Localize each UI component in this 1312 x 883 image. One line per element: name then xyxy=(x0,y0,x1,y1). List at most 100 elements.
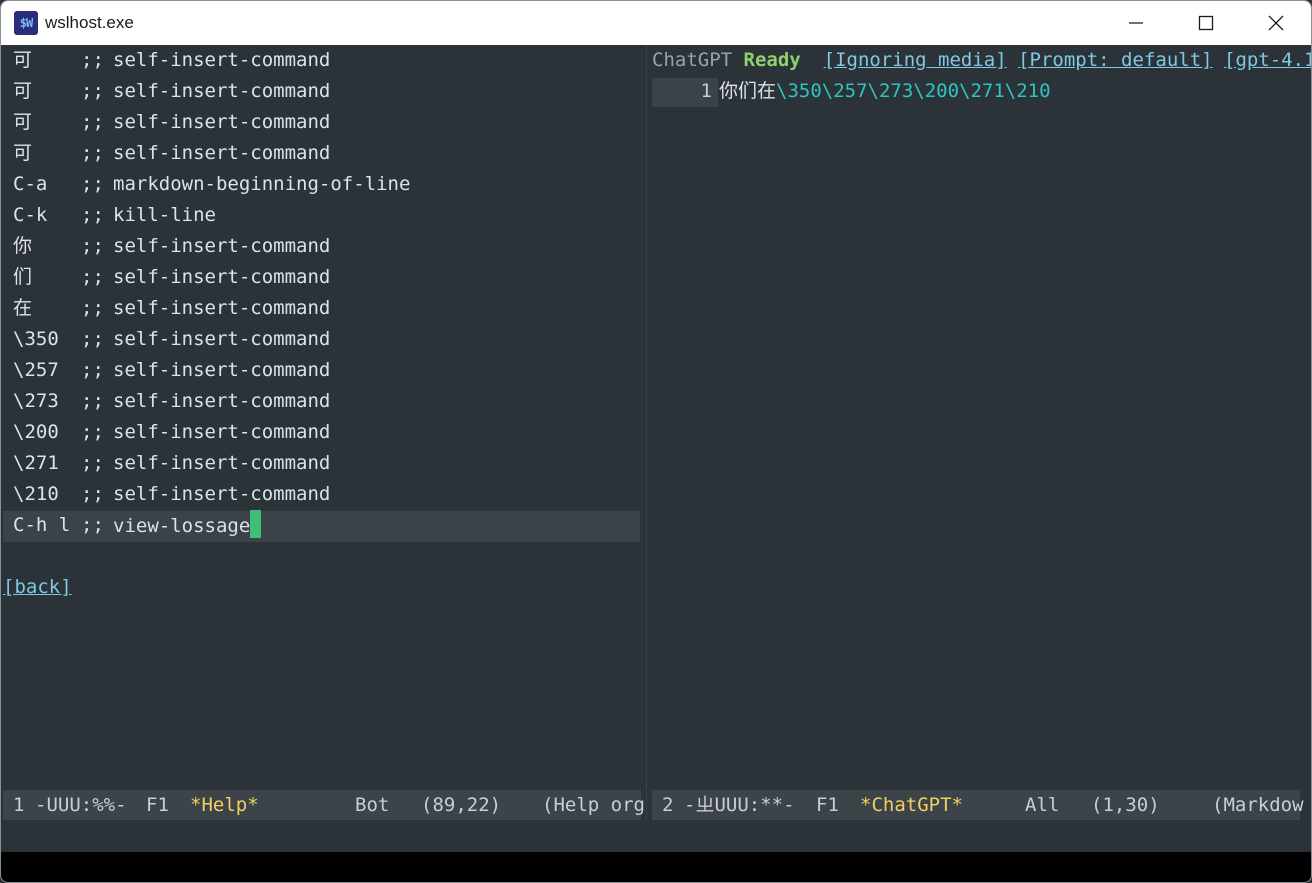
comment-separator: ;; xyxy=(81,204,104,226)
buffer-state: -ㄓUUU:**- xyxy=(684,794,795,816)
comment-separator: ;; xyxy=(81,390,104,412)
key-sequence: \271 xyxy=(13,452,59,474)
command-text: self-insert-command xyxy=(113,80,331,102)
command-name: self-insert-command xyxy=(113,76,330,107)
buffer-name[interactable]: *ChatGPT* xyxy=(860,790,963,820)
command-text: view-lossage xyxy=(113,515,251,537)
command-text: self-insert-command xyxy=(113,483,331,505)
modeline-left[interactable]: 1 -UUU:%%- F1 *Help* Bot (89,22) (Help o… xyxy=(3,790,645,820)
comment-separator: ;; xyxy=(81,452,104,474)
window-title: wslhost.exe xyxy=(45,13,134,32)
chatgpt-pane[interactable]: ChatGPT Ready [Ignoring media] [Prompt: … xyxy=(647,45,1311,790)
lossage-row: \257;; self-insert-command xyxy=(1,355,641,386)
comment-separator: ;; xyxy=(81,49,104,71)
command-text: self-insert-command xyxy=(113,421,331,443)
key-sequence: 在 xyxy=(13,297,33,319)
lossage-row: \350;; self-insert-command xyxy=(1,324,641,355)
comment-separator: ;; xyxy=(81,514,104,536)
title-bar: $W wslhost.exe xyxy=(1,1,1311,45)
command-name: self-insert-command xyxy=(113,448,330,479)
command-name: self-insert-command xyxy=(113,107,330,138)
command-text: self-insert-command xyxy=(113,452,331,474)
lossage-row: 可;; self-insert-command xyxy=(1,45,641,76)
close-button[interactable] xyxy=(1241,1,1311,45)
window-number: 1 xyxy=(13,794,25,816)
chatgpt-header-line: ChatGPT Ready [Ignoring media] [Prompt: … xyxy=(652,45,1311,76)
command-name: self-insert-command xyxy=(113,138,330,169)
back-link[interactable]: [back] xyxy=(3,572,72,603)
status-ready: Ready xyxy=(743,49,801,71)
wsl-app-icon: $W xyxy=(14,11,38,35)
command-name: self-insert-command xyxy=(113,324,330,355)
echo-area[interactable] xyxy=(3,820,1291,852)
key-sequence: \257 xyxy=(13,359,59,381)
lossage-row: C-h l;; view-lossage xyxy=(1,510,641,541)
command-name: self-insert-command xyxy=(113,231,330,262)
command-text: self-insert-command xyxy=(113,328,331,350)
command-text: self-insert-command xyxy=(113,111,331,133)
close-icon xyxy=(1268,15,1284,31)
key-sequence: 可 xyxy=(13,142,33,164)
lossage-row: 可;; self-insert-command xyxy=(1,76,641,107)
key-sequence: \200 xyxy=(13,421,59,443)
key-sequence: 可 xyxy=(13,111,33,133)
comment-separator: ;; xyxy=(81,483,104,505)
ignoring-media-button[interactable]: [Ignoring media] xyxy=(824,49,1007,71)
comment-separator: ;; xyxy=(81,421,104,443)
lossage-row: \271;; self-insert-command xyxy=(1,448,641,479)
command-text: markdown-beginning-of-line xyxy=(113,173,411,195)
prompt-button[interactable]: [Prompt: default] xyxy=(1018,49,1212,71)
command-name: self-insert-command xyxy=(113,262,330,293)
frame-name: F1 xyxy=(816,794,839,816)
comment-separator: ;; xyxy=(81,111,104,133)
lossage-row: 你;; self-insert-command xyxy=(1,231,641,262)
command-name: self-insert-command xyxy=(113,355,330,386)
key-sequence: \273 xyxy=(13,390,59,412)
chatgpt-label: ChatGPT xyxy=(652,49,733,71)
lossage-row: \200;; self-insert-command xyxy=(1,417,641,448)
chat-input-line[interactable]: 你们在\350\257\273\200\271\210 xyxy=(719,76,1051,107)
lossage-row: 在;; self-insert-command xyxy=(1,293,641,324)
lossage-row: 可;; self-insert-command xyxy=(1,107,641,138)
command-text: self-insert-command xyxy=(113,266,331,288)
major-mode[interactable]: (Help org xyxy=(542,790,645,820)
command-text: self-insert-command xyxy=(113,390,331,412)
key-sequence: C-k xyxy=(13,204,48,226)
maximize-button[interactable] xyxy=(1171,1,1241,45)
command-text: self-insert-command xyxy=(113,142,331,164)
comment-separator: ;; xyxy=(81,173,104,195)
command-name: markdown-beginning-of-line xyxy=(113,169,410,200)
window-number: 2 xyxy=(662,794,674,816)
frame-name: F1 xyxy=(146,794,169,816)
lossage-row: C-k;; kill-line xyxy=(1,200,641,231)
lossage-row: C-a;; markdown-beginning-of-line xyxy=(1,169,641,200)
chat-input-escaped: \350\257\273\200\271\210 xyxy=(776,80,1051,102)
key-sequence: \350 xyxy=(13,328,59,350)
minimize-icon xyxy=(1129,22,1143,24)
command-text: self-insert-command xyxy=(113,235,331,257)
help-pane[interactable]: 可;; self-insert-command 可;; self-insert-com… xyxy=(1,45,646,790)
lossage-row: 可;; self-insert-command xyxy=(1,138,641,169)
modeline-right[interactable]: 2 -ㄓUUU:**- F1 *ChatGPT* All (1,30) (Mar… xyxy=(652,790,1304,820)
lossage-row: \210;; self-insert-command xyxy=(1,479,641,510)
major-mode[interactable]: (Markdow xyxy=(1212,790,1304,820)
line-number: 1 xyxy=(700,80,712,102)
buffer-name[interactable]: *Help* xyxy=(190,790,259,820)
command-name: self-insert-command xyxy=(113,479,330,510)
terminal-window: $W wslhost.exe 可;; self-insert-command 可;;… xyxy=(0,0,1312,883)
comment-separator: ;; xyxy=(81,266,104,288)
key-sequence: \210 xyxy=(13,483,59,505)
command-text: self-insert-command xyxy=(113,297,331,319)
comment-separator: ;; xyxy=(81,80,104,102)
comment-separator: ;; xyxy=(81,235,104,257)
key-sequence: C-a xyxy=(13,173,48,195)
comment-separator: ;; xyxy=(81,359,104,381)
scroll-position: All xyxy=(1025,794,1060,816)
lossage-row: \273;; self-insert-command xyxy=(1,386,641,417)
key-sequence: C-h l xyxy=(13,514,71,536)
model-button[interactable]: [gpt-4.1] xyxy=(1224,49,1311,71)
minimize-button[interactable] xyxy=(1101,1,1171,45)
comment-separator: ;; xyxy=(81,328,104,350)
scroll-position: Bot xyxy=(355,794,390,816)
command-name: self-insert-command xyxy=(113,45,330,76)
